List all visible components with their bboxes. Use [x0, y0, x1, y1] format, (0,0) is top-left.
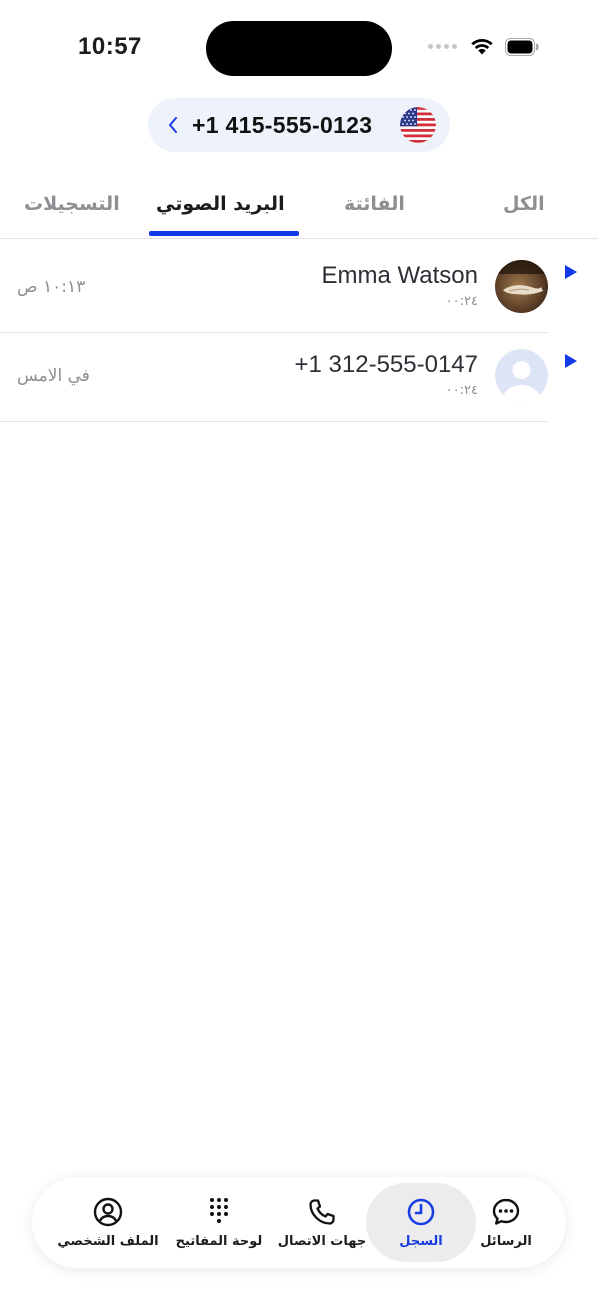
voicemail-row[interactable]: +1 312-555-0147 ٠٠:٢٤ في الامس [0, 332, 577, 422]
keypad-icon [210, 1198, 228, 1223]
chevron-left-icon [169, 117, 177, 133]
contact-photo-avatar [495, 260, 548, 313]
voicemail-time: في الامس [17, 366, 90, 386]
nav-profile[interactable]: الملف الشخصي [52, 1183, 164, 1262]
nav-keypad[interactable]: لوحة المفاتيح [169, 1183, 269, 1262]
clock-icon [407, 1198, 435, 1226]
nav-keypad-label: لوحة المفاتيح [175, 1234, 263, 1249]
voicemail-row[interactable]: Emma Watson ٠٠:٢٤ ١٠:١٣ ص [0, 243, 577, 333]
status-bar: 10:57 [0, 0, 598, 95]
voicemail-duration: ٠٠:٢٤ [445, 294, 478, 309]
play-icon[interactable] [564, 264, 578, 280]
bottom-navigation: الرسائل السجل جهات الاتصال لوحة المفاتيح [32, 1177, 566, 1268]
battery-icon [505, 38, 539, 56]
phone-number-selector[interactable]: +1 415-555-0123 [148, 98, 450, 152]
phone-number-label: +1 415-555-0123 [192, 111, 373, 138]
wifi-icon [471, 38, 493, 55]
nav-contacts[interactable]: جهات الاتصال [277, 1183, 367, 1262]
voicemail-time: ١٠:١٣ ص [17, 277, 86, 297]
voicemail-duration: ٠٠:٢٤ [445, 383, 478, 398]
default-avatar-icon [495, 349, 548, 402]
status-time: 10:57 [78, 33, 142, 60]
voicemail-caller-name: Emma Watson [321, 262, 478, 289]
play-icon[interactable] [564, 353, 578, 369]
voicemail-caller-number: +1 312-555-0147 [294, 351, 479, 378]
cellular-signal-icon [428, 44, 457, 49]
us-flag-icon [400, 107, 436, 143]
chat-bubble-icon [492, 1198, 520, 1225]
phone-icon [309, 1199, 335, 1225]
tab-bar: الكل الفائتة البريد الصوتي التسجيلات [0, 185, 598, 239]
nav-messages-label: الرسائل [480, 1234, 532, 1249]
profile-icon [93, 1197, 123, 1227]
tab-all[interactable]: الكل [503, 193, 545, 215]
dynamic-island [206, 21, 392, 76]
nav-history[interactable]: السجل [366, 1183, 476, 1262]
tab-voicemail[interactable]: البريد الصوتي [156, 193, 285, 215]
nav-messages[interactable]: الرسائل [471, 1183, 541, 1262]
nav-profile-label: الملف الشخصي [57, 1234, 159, 1249]
tab-recordings[interactable]: التسجيلات [24, 193, 120, 215]
active-tab-indicator [149, 231, 299, 236]
tab-missed[interactable]: الفائتة [344, 193, 405, 215]
nav-history-label: السجل [399, 1234, 443, 1249]
nav-contacts-label: جهات الاتصال [277, 1234, 367, 1249]
